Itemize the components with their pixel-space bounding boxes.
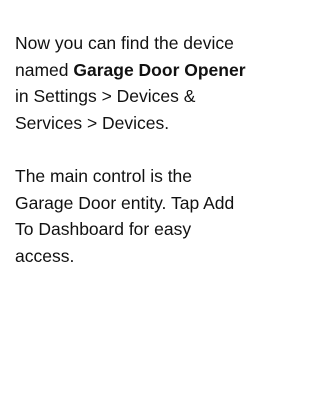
instruction-text: Now you can find the device named Garage… bbox=[15, 30, 246, 269]
paragraph-main-control: The main control is the Garage Door enti… bbox=[15, 165, 235, 266]
paragraph-device-location: Now you can find the device named Garage… bbox=[15, 30, 246, 136]
device-name: Garage Door Opener bbox=[73, 59, 246, 80]
paragraph-text-path: in Settings > Devices & Services > Devic… bbox=[15, 86, 196, 133]
